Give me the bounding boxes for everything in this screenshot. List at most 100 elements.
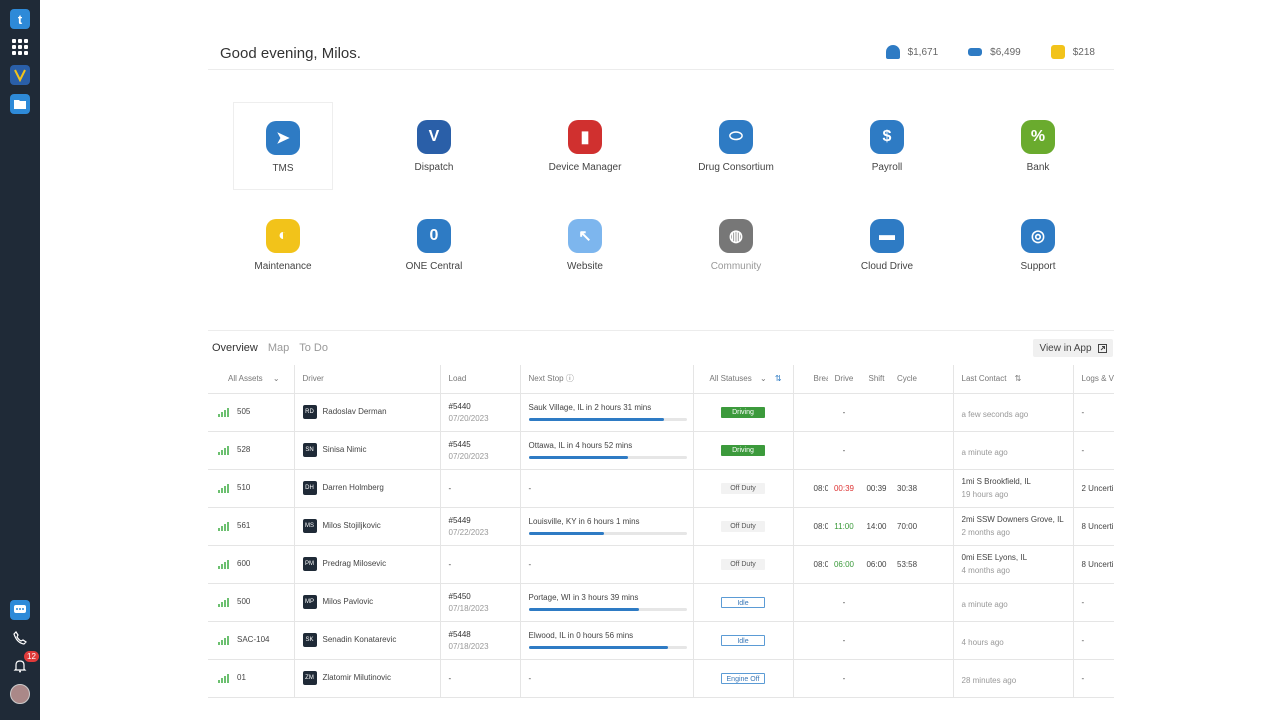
dispatch-icon[interactable] <box>10 65 30 85</box>
driver-name[interactable]: Predrag Milosevic <box>323 559 387 568</box>
driver-initials: SK <box>302 633 317 647</box>
logs-cell[interactable]: - <box>1073 621 1114 660</box>
asset-id[interactable]: SAC-104 <box>237 635 269 644</box>
driver-name[interactable]: Senadin Konatarevic <box>323 635 397 644</box>
header-assets-label: All Assets <box>228 374 263 384</box>
asset-id[interactable]: 510 <box>237 483 250 492</box>
break-time <box>793 621 828 660</box>
route-progress-bar <box>528 608 687 611</box>
app-tile[interactable]: ➤ TMS <box>233 102 333 190</box>
app-tile[interactable]: ▮ Device Manager <box>535 102 635 190</box>
cycle-time: 53:58 <box>893 545 954 584</box>
status-badge: Off Duty <box>721 520 765 532</box>
driver-name[interactable]: Milos Pavlovic <box>323 597 374 606</box>
tab-map[interactable]: Map <box>268 342 289 354</box>
avatar[interactable] <box>10 684 30 704</box>
tab-todo[interactable]: To Do <box>299 342 328 354</box>
asset-id[interactable]: 561 <box>237 521 250 530</box>
header-logs[interactable]: Logs & V <box>1073 365 1114 394</box>
asset-id[interactable]: 600 <box>237 559 250 568</box>
app-tile[interactable]: 0 ONE Central <box>384 201 484 289</box>
header-last-contact-label: Last Contact <box>961 374 1007 384</box>
app-label: Device Manager <box>548 162 622 173</box>
driver-name[interactable]: Sinisa Nimic <box>323 445 367 454</box>
table-row[interactable]: 561 MS Milos Stojiljkovic #5449 07/22/2023… <box>208 507 1114 546</box>
phone-icon[interactable] <box>10 628 30 648</box>
view-in-app-button[interactable]: View in App <box>1033 339 1113 357</box>
table-row[interactable]: SAC-104 SK Senadin Konatarevic #5448 07/18… <box>208 621 1114 660</box>
table-row[interactable]: 505 RD Radoslav Derman #5440 07/20/2023 Sa… <box>208 393 1114 432</box>
driver-name[interactable]: Radoslav Derman <box>323 407 387 416</box>
logs-cell[interactable]: - <box>1073 583 1114 622</box>
app-tile[interactable]: ↖ Website <box>535 201 635 289</box>
header-next-stop[interactable]: Next Stop ⓘ <box>520 365 694 394</box>
logs-cell[interactable]: - <box>1073 659 1114 698</box>
balance-fuel[interactable]: $1,671 <box>885 45 938 59</box>
balance-wallet[interactable]: $218 <box>1050 45 1095 59</box>
load-number[interactable]: #5448 <box>449 630 520 639</box>
app-tile[interactable]: $ Payroll <box>837 102 937 190</box>
app-tile[interactable]: ◍ Community <box>686 201 786 289</box>
header-shift[interactable]: Shift <box>860 365 893 394</box>
app-tile[interactable]: ◎ Support <box>988 201 1088 289</box>
driver-name[interactable]: Zlatomir Milutinovic <box>323 673 391 682</box>
driver-name[interactable]: Darren Holmberg <box>323 483 384 492</box>
signal-bars-icon <box>218 407 229 417</box>
break-time <box>793 583 828 622</box>
asset-id[interactable]: 505 <box>237 407 250 416</box>
logs-cell[interactable]: - <box>1073 431 1114 470</box>
chevron-down-icon: ⌄ <box>272 374 280 384</box>
logs-cell[interactable]: 2 Uncerti <box>1073 469 1114 508</box>
tab-overview[interactable]: Overview <box>212 342 258 354</box>
load-number[interactable]: #5445 <box>449 440 520 449</box>
logs-cell[interactable]: 8 Uncerti <box>1073 507 1114 546</box>
header-statuses-label: All Statuses <box>709 374 752 384</box>
divider <box>208 69 1114 70</box>
table-row[interactable]: 600 PM Predrag Milosevic - - Off Duty 08:… <box>208 545 1114 584</box>
header-next-stop-label: Next Stop <box>528 374 564 384</box>
balance-bank[interactable]: $6,499 <box>968 47 1021 58</box>
last-contact-time: 28 minutes ago <box>961 675 1017 685</box>
header-driver[interactable]: Driver <box>294 365 441 394</box>
driver-initials: DH <box>302 481 317 495</box>
table-row[interactable]: 500 MP Milos Pavlovic #5450 07/18/2023 Por… <box>208 583 1114 622</box>
app-tile[interactable]: ▬ Cloud Drive <box>837 201 937 289</box>
filter-all-assets[interactable]: All Assets ⌄ <box>208 365 295 394</box>
cycle-time <box>893 393 954 432</box>
chat-icon[interactable] <box>10 600 30 620</box>
load-number[interactable]: #5450 <box>449 592 520 601</box>
cycle-time <box>893 621 954 660</box>
shift-time: 06:00 <box>860 545 893 584</box>
header-load[interactable]: Load <box>440 365 521 394</box>
driver-name[interactable]: Milos Stojiljkovic <box>323 521 381 530</box>
load-number: - <box>448 483 452 493</box>
signal-bars-icon <box>218 673 229 683</box>
header-cycle[interactable]: Cycle <box>893 365 954 394</box>
table-row[interactable]: 528 SN Sinisa Nimic #5445 07/20/2023 Ottaw… <box>208 431 1114 470</box>
app-tile[interactable]: ◐ Maintenance <box>233 201 333 289</box>
filter-all-statuses[interactable]: All Statuses ⌄ ⇅ <box>693 365 794 394</box>
header-break[interactable]: Break <box>793 365 828 394</box>
cloud-drive-icon[interactable] <box>10 94 30 114</box>
driver-initials: MS <box>302 519 317 533</box>
load-number[interactable]: #5449 <box>449 516 520 525</box>
logo-icon[interactable]: t <box>10 9 30 29</box>
app-tile[interactable]: ⬭ Drug Consortium <box>686 102 786 190</box>
drive-time: - <box>828 621 860 660</box>
logs-cell[interactable]: - <box>1073 393 1114 432</box>
asset-id[interactable]: 01 <box>237 673 246 682</box>
apps-grid-icon[interactable] <box>10 37 30 57</box>
asset-id[interactable]: 528 <box>237 445 250 454</box>
header-drive[interactable]: Drive <box>828 365 860 394</box>
header-last-contact[interactable]: Last Contact ⇅ <box>953 365 1074 394</box>
table-row[interactable]: 01 ZM Zlatomir Milutinovic - - Engine Off… <box>208 659 1114 698</box>
load-number: - <box>448 673 452 683</box>
asset-id[interactable]: 500 <box>237 597 250 606</box>
app-tile[interactable]: V Dispatch <box>384 102 484 190</box>
shift-time <box>860 659 893 698</box>
load-number[interactable]: #5440 <box>449 402 520 411</box>
app-tile[interactable]: % Bank <box>988 102 1088 190</box>
logs-cell[interactable]: 8 Uncerti <box>1073 545 1114 584</box>
status-badge: Driving <box>721 444 765 456</box>
table-row[interactable]: 510 DH Darren Holmberg - - Off Duty 08: 00… <box>208 469 1114 508</box>
